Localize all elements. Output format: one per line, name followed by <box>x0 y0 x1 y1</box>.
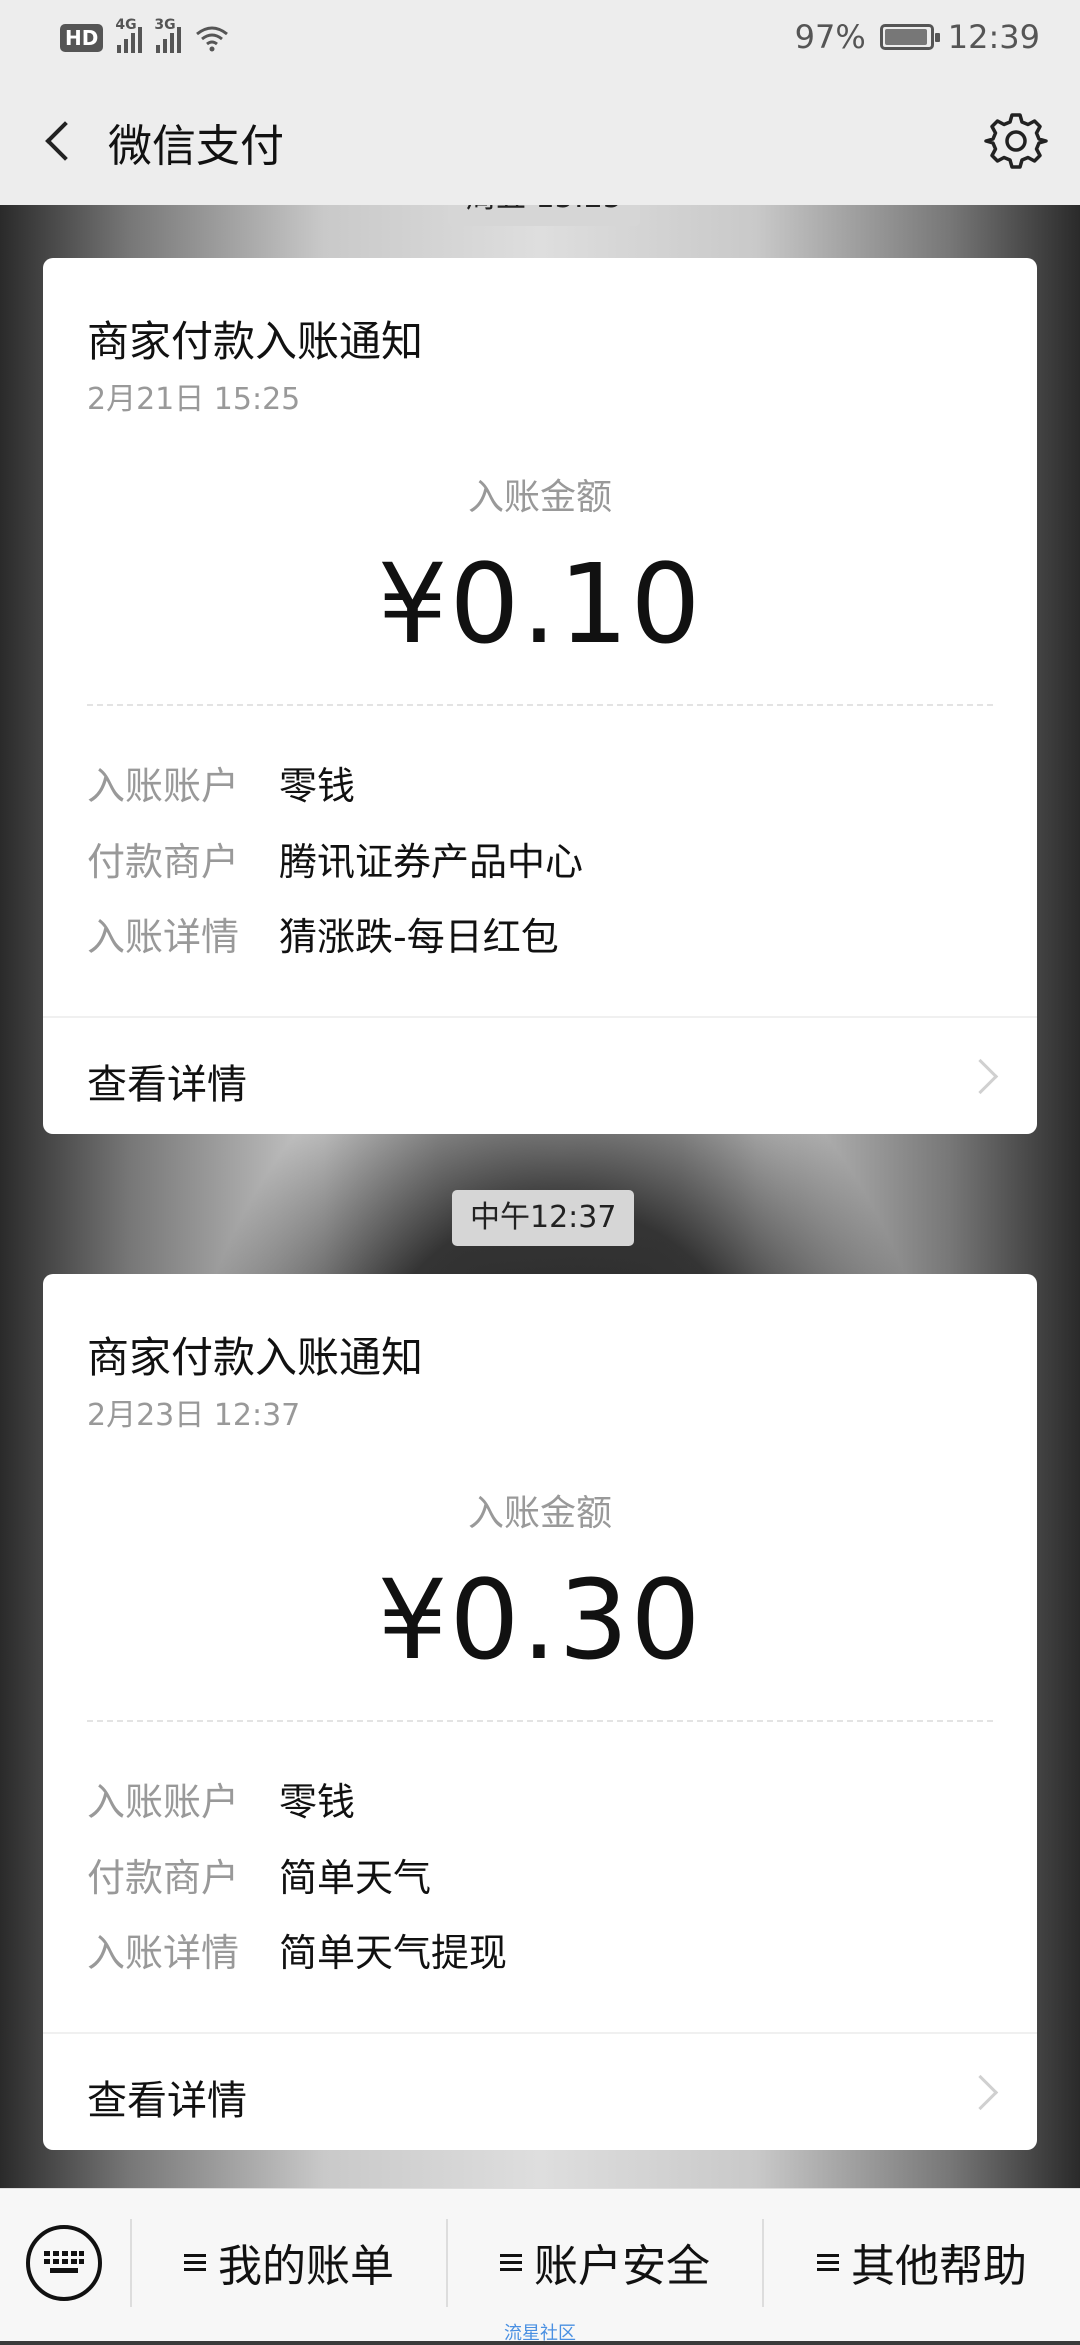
signal-3g-icon: 3G <box>154 17 182 53</box>
hd-badge: HD <box>60 24 104 52</box>
info-label: 入账详情 <box>87 914 240 959</box>
card-date: 2月23日 12:37 <box>87 1398 301 1433</box>
chevron-right-icon <box>962 1058 999 1095</box>
keyboard-icon <box>44 2251 84 2273</box>
signal-4g-icon: 4G <box>115 17 143 53</box>
menu-lines-icon <box>817 2252 839 2272</box>
menu-item-label: 其他帮助 <box>851 2241 1027 2292</box>
gear-icon <box>984 113 1048 169</box>
network-label-1: 4G <box>115 17 137 33</box>
info-value: 简单天气 <box>279 1855 432 1900</box>
info-row: 付款商户 腾讯证券产品中心 <box>87 828 583 888</box>
payment-notification-card[interactable]: 商家付款入账通知 2月21日 15:25 入账金额 ¥0.10 入账账户 零钱 … <box>43 258 1037 1134</box>
view-details-link[interactable]: 查看详情 <box>43 1018 1037 1134</box>
menu-item-label: 账户安全 <box>534 2241 710 2292</box>
card-title: 商家付款入账通知 <box>87 317 424 366</box>
dashed-divider <box>87 704 993 706</box>
menu-item-help[interactable]: 其他帮助 <box>764 2227 1080 2297</box>
network-label-2: 3G <box>154 17 176 33</box>
menu-lines-icon <box>500 2252 522 2272</box>
info-value: 腾讯证券产品中心 <box>279 839 584 884</box>
info-row: 入账账户 零钱 <box>87 752 355 812</box>
payment-notification-card[interactable]: 商家付款入账通知 2月23日 12:37 入账金额 ¥0.30 入账账户 零钱 … <box>43 1274 1037 2150</box>
status-bar: HD 4G 3G 97% 12:39 <box>0 0 1080 75</box>
status-time: 12:39 <box>947 18 1040 56</box>
view-details-label: 查看详情 <box>87 1062 247 1108</box>
info-row: 入账账户 零钱 <box>87 1768 355 1828</box>
info-value: 猜涨跌-每日红包 <box>279 914 559 959</box>
info-label: 入账账户 <box>87 1779 240 1824</box>
chevron-right-icon <box>962 2074 999 2111</box>
back-arrow-icon <box>45 121 85 161</box>
info-row: 入账详情 简单天气提现 <box>87 1919 507 1979</box>
amount-value: ¥0.30 <box>377 1556 703 1684</box>
card-date: 2月21日 15:25 <box>87 382 301 417</box>
info-value: 简单天气提现 <box>279 1930 508 1975</box>
card-title: 商家付款入账通知 <box>87 1333 424 1382</box>
page-title-overlay: 微信支付 <box>108 121 284 172</box>
amount-label: 入账金额 <box>467 1493 612 1534</box>
status-left: HD 4G 3G <box>60 17 229 58</box>
keyboard-toggle-button[interactable] <box>26 2225 102 2301</box>
wifi-icon <box>196 26 229 52</box>
info-label: 入账详情 <box>87 1930 240 1975</box>
amount-label: 入账金额 <box>467 477 612 518</box>
bottom-menu-bar: 我的账单 账户安全 其他帮助 流星社区 <box>0 2188 1080 2344</box>
menu-item-security[interactable]: 账户安全 <box>448 2227 762 2297</box>
battery-percent: 97% <box>794 18 866 56</box>
battery-icon <box>879 24 940 50</box>
info-value: 零钱 <box>279 763 356 808</box>
status-right: 97% 12:39 <box>795 14 1040 60</box>
info-row: 入账详情 猜涨跌-每日红包 <box>87 903 559 963</box>
dashed-divider <box>87 1720 993 1722</box>
info-label: 付款商户 <box>87 839 240 884</box>
view-details-link[interactable]: 查看详情 <box>43 2034 1037 2150</box>
amount-value: ¥0.10 <box>377 540 703 668</box>
watermark: 流星社区 <box>504 2323 576 2344</box>
settings-button-overlay[interactable] <box>984 109 1048 173</box>
back-button-overlay[interactable] <box>30 111 90 171</box>
info-label: 入账账户 <box>87 763 240 808</box>
info-label: 付款商户 <box>87 1855 240 1900</box>
time-chip: 中午12:37 <box>452 1190 635 1246</box>
info-value: 零钱 <box>279 1779 356 1824</box>
menu-item-label: 我的账单 <box>218 2241 394 2292</box>
view-details-label: 查看详情 <box>87 2078 247 2124</box>
time-chip: 周五 15:25 <box>448 170 640 226</box>
menu-lines-icon <box>184 2252 206 2272</box>
menu-item-bills[interactable]: 我的账单 <box>132 2227 446 2297</box>
info-row: 付款商户 简单天气 <box>87 1844 431 1904</box>
